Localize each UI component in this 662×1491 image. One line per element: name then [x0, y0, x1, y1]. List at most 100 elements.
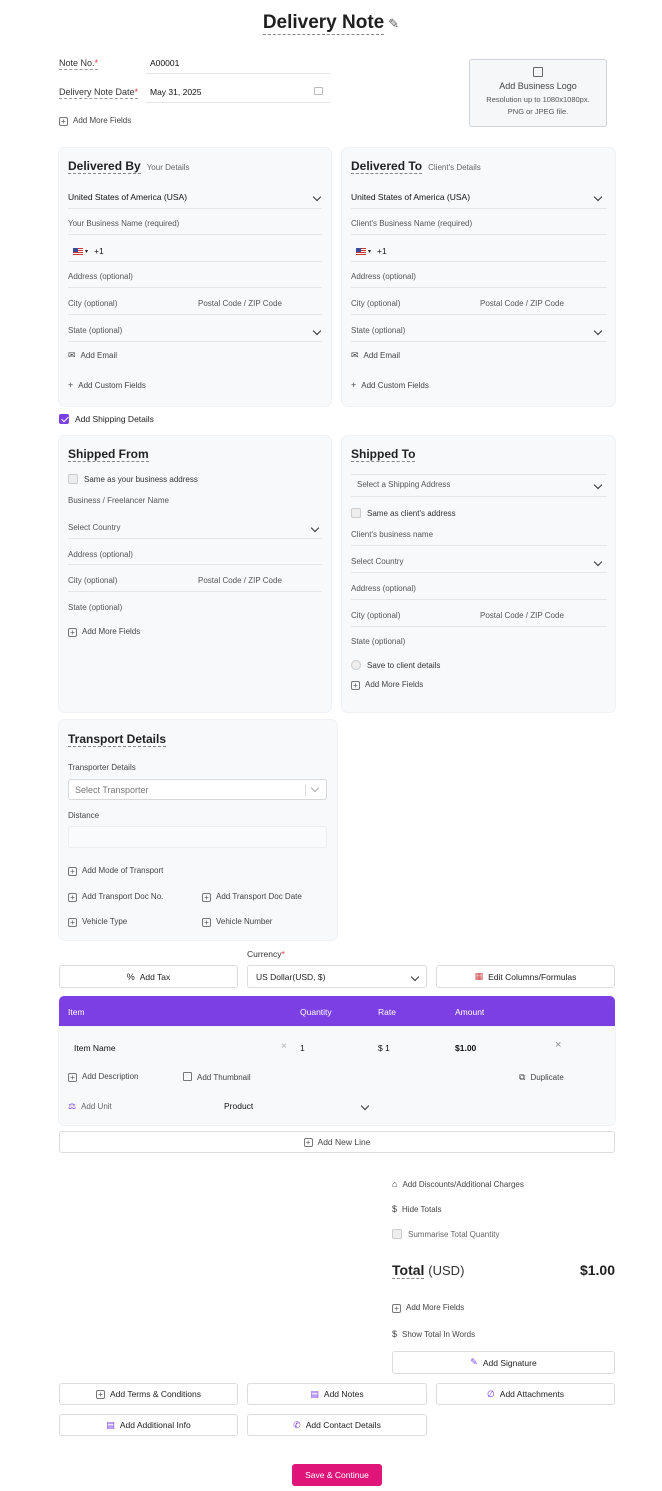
add-contact-details-button[interactable]: ✆ Add Contact Details: [247, 1414, 427, 1436]
transporter-select[interactable]: Select Transporter: [68, 779, 327, 800]
col-amount: Amount: [455, 1007, 485, 1017]
delivered-by-add-custom[interactable]: + Add Custom Fields: [68, 380, 146, 390]
col-rate: Rate: [378, 1007, 396, 1017]
page-title-text: Delivery Note: [262, 12, 385, 35]
add-notes-button[interactable]: ▤ Add Notes: [247, 1383, 427, 1405]
percent-icon: %: [126, 971, 135, 982]
shipped-to-business-input[interactable]: Client's business name: [351, 530, 433, 539]
add-more-fields-button[interactable]: + Add More Fields: [59, 116, 131, 126]
plus-icon: +: [68, 628, 77, 637]
delivered-to-address-input[interactable]: Address (optional): [351, 272, 416, 281]
shipped-to-postal-input[interactable]: Postal Code / ZIP Code: [480, 611, 564, 620]
shipped-to-address-input[interactable]: Address (optional): [351, 584, 416, 593]
pencil-icon[interactable]: ✎: [388, 16, 399, 31]
delivered-to-add-email[interactable]: ✉ Add Email: [351, 350, 400, 361]
add-vehicle-type[interactable]: + Vehicle Type: [68, 917, 127, 927]
add-transport-doc-no[interactable]: + Add Transport Doc No.: [68, 892, 163, 902]
summarise-quantity-checkbox[interactable]: Summarise Total Quantity: [392, 1229, 499, 1239]
delivered-by-postal-input[interactable]: Postal Code / ZIP Code: [198, 299, 282, 308]
shipped-to-same-checkbox[interactable]: Same as client's address: [351, 508, 456, 518]
delivered-by-country-select[interactable]: United States of America (USA): [68, 192, 322, 202]
note-no-input[interactable]: A00001: [150, 58, 179, 68]
shipped-from-same-checkbox[interactable]: Same as your business address: [68, 474, 198, 484]
date-input[interactable]: May 31, 2025: [150, 87, 202, 97]
unit-select[interactable]: Product: [224, 1101, 370, 1111]
add-new-line-button[interactable]: + Add New Line: [59, 1131, 615, 1153]
clear-icon[interactable]: ×: [281, 1041, 287, 1052]
delivered-to-state-select[interactable]: State (optional): [351, 326, 603, 335]
add-tax-button[interactable]: % Add Tax: [59, 965, 238, 988]
shipped-to-add-more[interactable]: + Add More Fields: [351, 680, 423, 690]
rate-input[interactable]: $ 1: [378, 1043, 390, 1053]
shipped-to-country-select[interactable]: Select Country: [351, 557, 603, 566]
transporter-label: Transporter Details: [68, 763, 136, 772]
delivered-to-add-custom[interactable]: + Add Custom Fields: [351, 380, 429, 390]
chevron-down-icon: [593, 557, 603, 566]
delivered-by-panel: Delivered By Your Details United States o…: [59, 148, 331, 406]
shipped-to-address-select[interactable]: Select a Shipping Address: [357, 480, 603, 489]
delivered-to-postal-input[interactable]: Postal Code / ZIP Code: [480, 299, 564, 308]
shipped-to-state-input[interactable]: State (optional): [351, 637, 405, 646]
delivered-by-business-input[interactable]: Your Business Name (required): [68, 219, 179, 228]
image-icon: [533, 67, 543, 77]
add-terms-button[interactable]: + Add Terms & Conditions: [59, 1383, 238, 1405]
totals-add-more-fields[interactable]: + Add More Fields: [392, 1303, 464, 1313]
delivered-to-country-select[interactable]: United States of America (USA): [351, 192, 603, 202]
delivered-by-address-input[interactable]: Address (optional): [68, 272, 133, 281]
add-thumbnail-button[interactable]: Add Thumbnail: [183, 1072, 251, 1082]
shipped-from-city-input[interactable]: City (optional): [68, 576, 117, 585]
add-description-button[interactable]: + Add Description: [68, 1072, 138, 1082]
add-mode-of-transport[interactable]: + Add Mode of Transport: [68, 866, 163, 876]
delivered-to-title: Delivered To Client's Details: [351, 159, 481, 174]
calendar-icon[interactable]: [314, 87, 323, 95]
delivered-by-state-select[interactable]: State (optional): [68, 326, 322, 335]
shipped-from-add-more[interactable]: + Add More Fields: [68, 627, 140, 637]
chevron-down-icon: [593, 326, 603, 335]
chevron-down-icon: [310, 783, 320, 793]
hide-totals-button[interactable]: $ Hide Totals: [392, 1204, 441, 1214]
delivered-to-city-input[interactable]: City (optional): [351, 299, 400, 308]
scale-icon: ⚖: [68, 1101, 77, 1111]
copy-icon: ⧉: [519, 1072, 526, 1082]
info-doc-icon: ▤: [106, 1419, 115, 1430]
currency-select[interactable]: US Dollar(USD, $): [247, 965, 427, 988]
show-total-in-words[interactable]: $ Show Total In Words: [392, 1329, 475, 1339]
transport-panel: Transport Details Transporter Details Se…: [59, 720, 337, 940]
shipped-from-business-input[interactable]: Business / Freelancer Name: [68, 496, 169, 505]
add-additional-info-button[interactable]: ▤ Add Additional Info: [59, 1414, 238, 1436]
shipped-from-country-select[interactable]: Select Country: [68, 523, 320, 532]
delivered-by-phone-input[interactable]: ▾ +1: [73, 246, 104, 256]
shipped-from-panel: Shipped From Same as your business addre…: [59, 436, 331, 712]
remove-row-icon[interactable]: ×: [555, 1039, 561, 1051]
delivered-to-business-input[interactable]: Client's Business Name (required): [351, 219, 472, 228]
delivered-by-add-email[interactable]: ✉ Add Email: [68, 350, 117, 361]
business-logo-upload[interactable]: Add Business Logo Resolution up to 1080x…: [469, 59, 607, 127]
item-name-input[interactable]: Item Name: [74, 1043, 116, 1053]
add-transport-doc-date[interactable]: + Add Transport Doc Date: [202, 892, 302, 902]
dollar-circle-icon: $: [392, 1204, 398, 1214]
phone-icon: ✆: [293, 1419, 301, 1430]
add-signature-button[interactable]: ✎ Add Signature: [392, 1351, 615, 1374]
amount-value: $1.00: [455, 1043, 477, 1053]
add-discounts-button[interactable]: ⌂ Add Discounts/Additional Charges: [392, 1179, 524, 1189]
checkbox-icon: [351, 508, 361, 518]
add-vehicle-number[interactable]: + Vehicle Number: [202, 917, 272, 927]
shipped-from-postal-input[interactable]: Postal Code / ZIP Code: [198, 576, 282, 585]
duplicate-button[interactable]: ⧉ Duplicate: [519, 1072, 564, 1083]
quantity-input[interactable]: 1: [300, 1043, 305, 1053]
distance-input[interactable]: [68, 826, 327, 848]
shipped-to-city-input[interactable]: City (optional): [351, 611, 400, 620]
delivered-by-city-input[interactable]: City (optional): [68, 299, 117, 308]
chevron-down-icon: [593, 480, 603, 489]
shipped-from-address-input[interactable]: Address (optional): [68, 550, 133, 559]
add-shipping-details-checkbox[interactable]: Add Shipping Details: [59, 414, 154, 424]
chevron-down-icon: [312, 326, 322, 335]
add-unit-button[interactable]: ⚖ Add Unit: [68, 1101, 112, 1112]
edit-columns-button[interactable]: ▦ Edit Columns/Formulas: [436, 965, 615, 988]
shipped-from-state-input[interactable]: State (optional): [68, 603, 122, 612]
date-underline: [146, 102, 330, 103]
delivered-to-phone-input[interactable]: ▾ +1: [356, 246, 387, 256]
save-to-client-toggle[interactable]: Save to client details: [351, 660, 440, 670]
add-attachments-button[interactable]: ∅ Add Attachments: [436, 1383, 615, 1405]
save-continue-button[interactable]: Save & Continue: [292, 1464, 382, 1486]
